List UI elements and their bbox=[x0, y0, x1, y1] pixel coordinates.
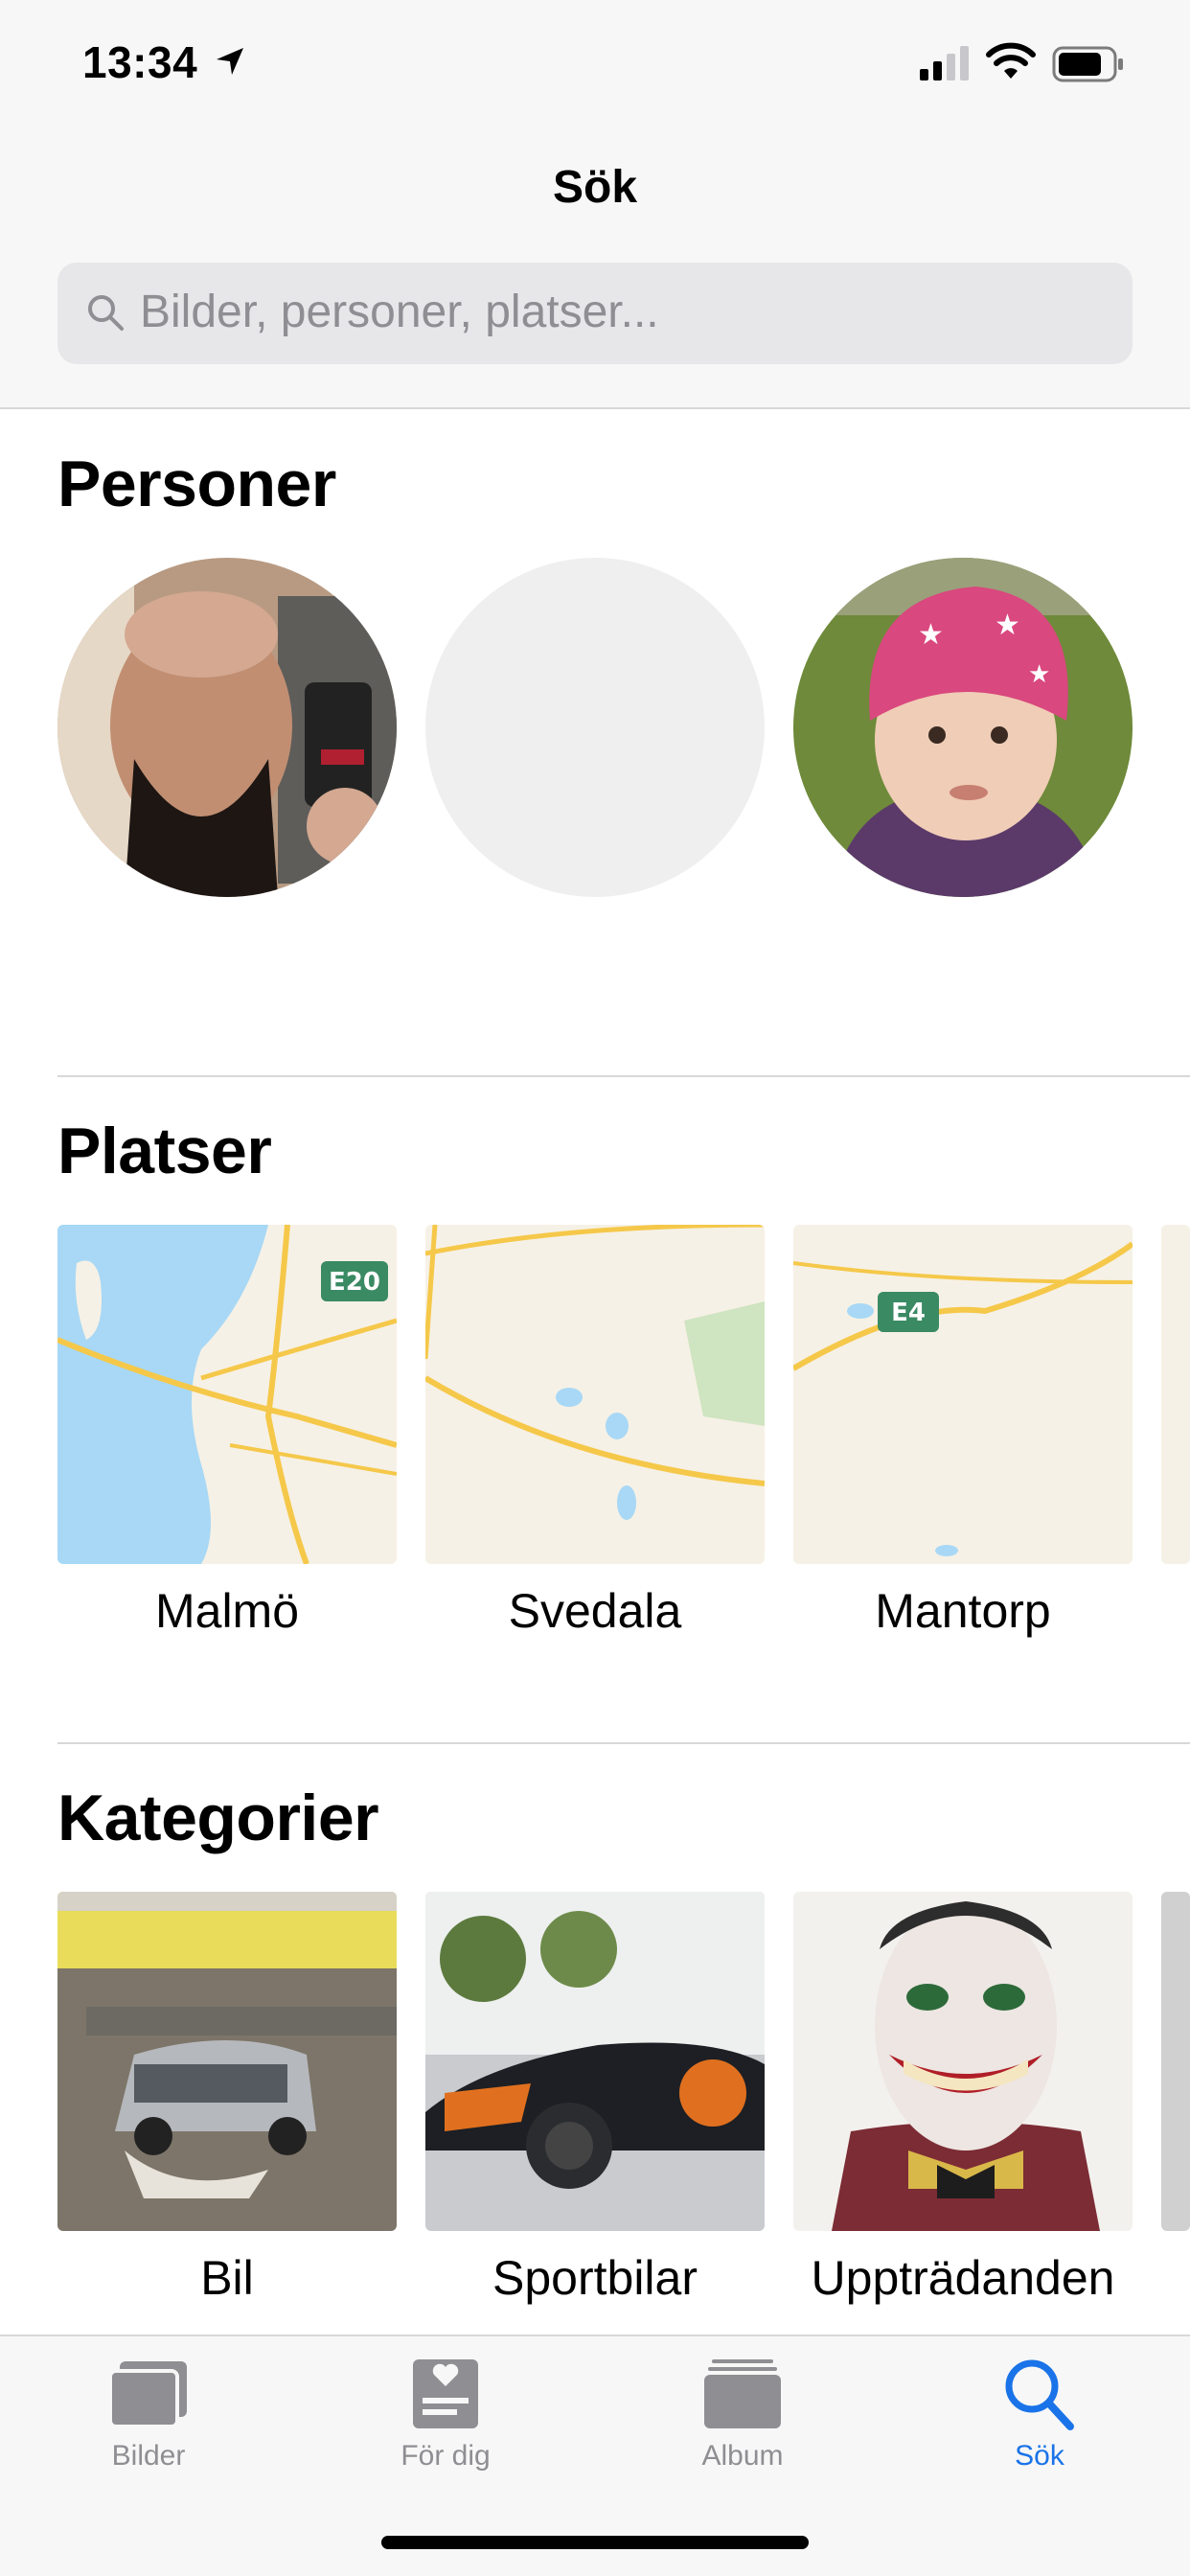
performer-photo-icon bbox=[793, 1892, 1133, 2231]
category-uppträdanden[interactable] bbox=[793, 1892, 1133, 2231]
tab-label: Album bbox=[701, 2440, 784, 2472]
category-bil[interactable] bbox=[57, 1892, 397, 2231]
for-you-icon bbox=[413, 2359, 478, 2428]
cellular-signal-icon bbox=[920, 46, 969, 80]
svg-text:★: ★ bbox=[918, 618, 944, 652]
map-icon: E4 bbox=[793, 1225, 1133, 1564]
tab-label: Sök bbox=[1015, 2440, 1064, 2472]
section-divider bbox=[57, 1742, 1190, 1744]
magnifier-icon bbox=[88, 295, 124, 331]
person-thumbnail-1[interactable] bbox=[57, 558, 397, 897]
search-icon bbox=[1005, 2359, 1074, 2430]
child-photo-icon: ★ ★ ★ bbox=[793, 558, 1133, 897]
section-divider bbox=[57, 1075, 1190, 1077]
road-sign-label: E20 bbox=[329, 1268, 380, 1297]
location-arrow-icon bbox=[217, 48, 243, 75]
category-label: Bil bbox=[200, 2251, 254, 2305]
places-section-title: Platser bbox=[57, 1115, 272, 1187]
tab-label: Bilder bbox=[111, 2440, 186, 2472]
road-sign-label: E4 bbox=[891, 1299, 926, 1327]
category-sportbilar[interactable] bbox=[425, 1892, 765, 2231]
place-label: Mantorp bbox=[875, 1584, 1051, 1638]
status-time: 13:34 bbox=[82, 37, 198, 87]
tab-for-dig[interactable]: För dig bbox=[350, 2348, 541, 2482]
person-thumbnail-3[interactable]: ★ ★ ★ bbox=[793, 558, 1133, 897]
place-map-mantorp[interactable]: E4 bbox=[793, 1225, 1133, 1564]
map-icon bbox=[425, 1225, 765, 1564]
tab-sok[interactable]: Sök bbox=[944, 2348, 1135, 2482]
battery-icon bbox=[1052, 46, 1123, 82]
page-title: Sök bbox=[552, 162, 638, 213]
home-indicator bbox=[381, 2536, 809, 2549]
place-map-malmo[interactable]: E20 bbox=[57, 1225, 397, 1564]
place-label: Svedala bbox=[508, 1584, 682, 1638]
photos-icon bbox=[108, 2361, 187, 2428]
svg-text:★: ★ bbox=[995, 609, 1020, 642]
category-label: Sportbilar bbox=[492, 2251, 698, 2305]
map-icon: E20 bbox=[57, 1225, 397, 1564]
categories-section-title: Kategorier bbox=[57, 1782, 379, 1854]
place-map-partial[interactable] bbox=[1161, 1225, 1190, 1564]
tab-bilder[interactable]: Bilder bbox=[53, 2348, 244, 2482]
place-label: Malmö bbox=[154, 1584, 300, 1638]
sports-car-photo-icon bbox=[425, 1892, 765, 2231]
person-photo-icon bbox=[57, 558, 397, 897]
category-label: Uppträdanden bbox=[811, 2251, 1115, 2305]
svg-text:★: ★ bbox=[1028, 660, 1050, 689]
wifi-icon bbox=[986, 42, 1036, 79]
person-thumbnail-2[interactable] bbox=[425, 558, 765, 897]
album-icon bbox=[704, 2359, 781, 2428]
search-placeholder: Bilder, personer, platser... bbox=[140, 287, 659, 337]
place-map-svedala[interactable] bbox=[425, 1225, 765, 1564]
category-partial[interactable] bbox=[1161, 1892, 1190, 2231]
tab-label: För dig bbox=[400, 2440, 491, 2472]
tab-album[interactable]: Album bbox=[647, 2348, 838, 2482]
car-photo-icon bbox=[57, 1892, 397, 2231]
people-section-title: Personer bbox=[57, 448, 336, 520]
